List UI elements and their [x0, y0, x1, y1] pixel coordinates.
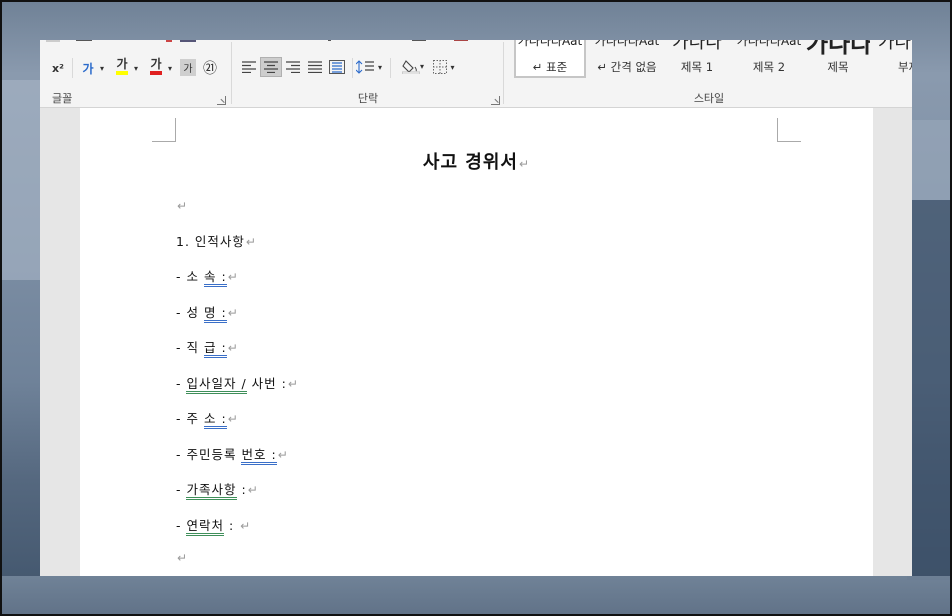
- borders-button[interactable]: ▾: [430, 57, 458, 77]
- styles-group: 가나다라Aat ↵ 표준 가나다라Aat ↵ 간격 없음 가나다 제목 1 가나…: [506, 40, 912, 108]
- chevron-down-icon[interactable]: ▾: [166, 58, 174, 78]
- field-rank: - 직 급 :↵: [176, 337, 239, 358]
- paragraph-row-partial: [240, 40, 490, 46]
- crop-mark: [152, 118, 176, 142]
- enclosed-char-button[interactable]: ㉑: [200, 58, 220, 78]
- font-group-label: 글꼴: [52, 92, 73, 105]
- field-family: - 가족사항 :↵: [176, 479, 259, 500]
- highlight-button[interactable]: 가: [112, 56, 132, 76]
- font-group: x² 가 ▾ 가 ▾ 가 ▾ 가 ㉑ 글꼴: [40, 40, 230, 108]
- section-heading: 1. 인적사항↵: [176, 234, 257, 249]
- paragraph-group: ▾ ▾ ▾ 단락: [232, 40, 504, 108]
- text-effects-button[interactable]: 가: [78, 58, 98, 78]
- align-right-button[interactable]: [282, 57, 304, 77]
- superscript-button[interactable]: x²: [48, 58, 68, 78]
- empty-paragraph: ↵: [177, 551, 189, 565]
- style-subtitle[interactable]: 가나 부제: [872, 40, 912, 78]
- distribute-button[interactable]: [326, 57, 348, 77]
- font-color-button[interactable]: 가: [146, 56, 166, 76]
- font-dialog-launcher-icon[interactable]: [217, 96, 226, 105]
- shading-button[interactable]: ▾: [398, 56, 428, 76]
- style-no-spacing[interactable]: 가나다라Aat ↵ 간격 없음: [588, 40, 666, 78]
- styles-group-label: 스타일: [693, 92, 725, 105]
- document-area: 사고 경위서↵ ↵ 1. 인적사항↵ - 소 속 :↵ - 성 명 :↵ - 직…: [40, 108, 912, 576]
- field-resident-number: - 주민등록 번호 :↵: [176, 444, 289, 465]
- crop-mark: [777, 118, 801, 142]
- style-heading-1[interactable]: 가나다 제목 1: [662, 40, 732, 78]
- paragraph-group-label: 단락: [357, 92, 379, 105]
- field-hire-date: - 입사일자 / 사번 :↵: [176, 373, 299, 394]
- field-affiliation: - 소 속 :↵: [176, 266, 239, 287]
- line-spacing-button[interactable]: ▾: [356, 57, 382, 77]
- background-sea: [907, 200, 952, 580]
- document-page[interactable]: 사고 경위서↵ ↵ 1. 인적사항↵ - 소 속 :↵ - 성 명 :↵ - 직…: [80, 108, 873, 576]
- field-contact: - 연락처 : ↵: [176, 515, 251, 536]
- style-title[interactable]: 가나다 제목: [806, 40, 870, 78]
- ribbon: x² 가 ▾ 가 ▾ 가 ▾ 가 ㉑ 글꼴 ▾ ▾ ▾ 단락 가나다라Aat ↵…: [40, 40, 912, 108]
- document-title: 사고 경위서↵: [422, 152, 531, 173]
- style-normal[interactable]: 가나다라Aat ↵ 표준: [514, 40, 586, 78]
- field-name: - 성 명 :↵: [176, 302, 239, 323]
- chevron-down-icon[interactable]: ▾: [98, 58, 106, 78]
- align-center-button[interactable]: [260, 57, 282, 77]
- empty-paragraph: ↵: [177, 199, 189, 213]
- style-heading-2[interactable]: 가나다라Aat 제목 2: [732, 40, 806, 78]
- chevron-down-icon[interactable]: ▾: [132, 58, 140, 78]
- paragraph-dialog-launcher-icon[interactable]: [491, 96, 500, 105]
- word-window: x² 가 ▾ 가 ▾ 가 ▾ 가 ㉑ 글꼴 ▾ ▾ ▾ 단락 가나다라Aat ↵…: [40, 40, 912, 576]
- align-left-button[interactable]: [238, 57, 260, 77]
- background-sea: [0, 576, 952, 616]
- justify-button[interactable]: [304, 57, 326, 77]
- char-shading-button[interactable]: 가: [180, 59, 196, 76]
- font-row-partial: [46, 40, 216, 46]
- field-address: - 주 소 :↵: [176, 408, 239, 429]
- background-cloud: [907, 120, 952, 200]
